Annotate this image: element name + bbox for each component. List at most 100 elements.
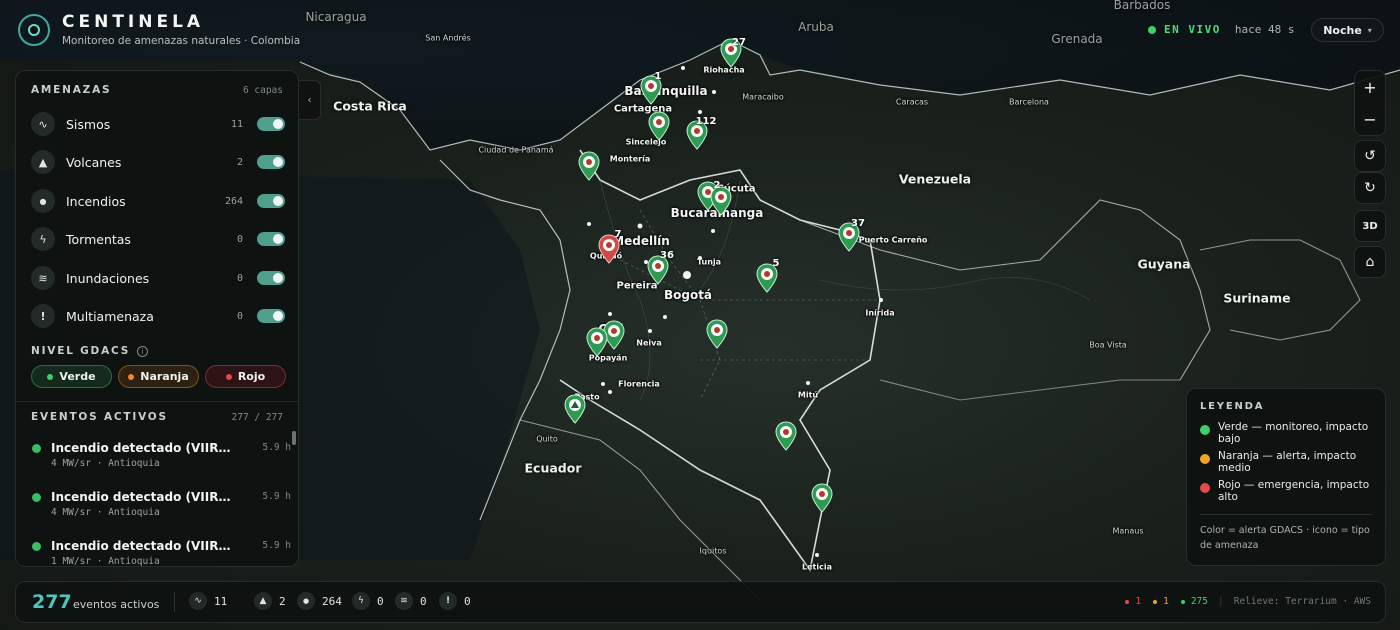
layer-count: 2 bbox=[236, 156, 243, 168]
plus-icon: + bbox=[1363, 77, 1377, 97]
layers-title: AMENAZAS bbox=[31, 84, 112, 96]
live-label: EN VIVO bbox=[1164, 23, 1221, 36]
app-subtitle: Monitoreo de amenazas naturales · Colomb… bbox=[62, 35, 301, 47]
layer-row-incendios[interactable]: ● Incendios 264 bbox=[31, 188, 285, 214]
three-d-label: 3D bbox=[1362, 220, 1378, 232]
gdacs-label: Naranja bbox=[140, 370, 189, 383]
city-label: Bogotá bbox=[663, 288, 713, 302]
rotate-right-button[interactable]: ↻ bbox=[1354, 172, 1386, 204]
layer-name: Inundaciones bbox=[66, 270, 150, 286]
live-dot-icon bbox=[1148, 25, 1156, 34]
city-label: Inírida bbox=[865, 308, 895, 318]
gdacs-naranja-button[interactable]: Naranja bbox=[118, 365, 199, 388]
city-label: Florencia bbox=[618, 379, 660, 389]
event-pin-volcano[interactable] bbox=[564, 394, 586, 424]
multi-hazard-icon: ! bbox=[439, 592, 457, 610]
layer-row-inundaciones[interactable]: ≋ Inundaciones 0 bbox=[31, 265, 285, 291]
home-icon: ⌂ bbox=[1365, 254, 1375, 270]
layer-name: Volcanes bbox=[66, 154, 122, 170]
layer-name: Incendios bbox=[66, 193, 126, 209]
brand: CENTINELA Monitoreo de amenazas naturale… bbox=[18, 12, 300, 47]
event-title: Incendio detectado (VIIRS) — c... bbox=[51, 490, 236, 504]
stat-incendios: ● 264 bbox=[297, 592, 342, 610]
red-dot-icon bbox=[1200, 483, 1210, 493]
rotate-right-icon: ↻ bbox=[1364, 180, 1376, 196]
orange-dot-icon bbox=[1153, 599, 1158, 604]
legend-panel: LEYENDA Verde — monitoreo, impacto bajo … bbox=[1186, 388, 1386, 566]
fire-icon: ● bbox=[297, 592, 315, 610]
event-age: 5.9 h bbox=[262, 442, 291, 453]
zoom-controls: + − bbox=[1354, 70, 1386, 136]
event-pin[interactable] bbox=[811, 483, 833, 513]
minus-icon: − bbox=[1363, 109, 1377, 129]
relief-source: Relieve: Terrarium · AWS bbox=[1233, 596, 1371, 607]
layer-toggle-inundaciones[interactable] bbox=[257, 271, 285, 285]
layer-toggle-incendios[interactable] bbox=[257, 194, 285, 208]
stat-value: 264 bbox=[322, 594, 342, 608]
layer-count: 0 bbox=[236, 272, 243, 284]
event-pin[interactable] bbox=[578, 151, 600, 181]
city-label: Neiva bbox=[636, 338, 662, 348]
sidebar-panel: AMENAZAS 6 capas ∿ Sismos 11 ▲ Volcanes … bbox=[15, 70, 299, 567]
multi-hazard-icon: ! bbox=[31, 304, 55, 328]
event-detail: 1 MW/sr · Antioquia bbox=[51, 556, 160, 567]
event-pin[interactable] bbox=[648, 111, 670, 141]
status-dot-icon bbox=[32, 493, 41, 502]
layer-row-volcanes[interactable]: ▲ Volcanes 2 bbox=[31, 149, 285, 175]
layer-toggle-multiamenaza[interactable] bbox=[257, 309, 285, 323]
zoom-out-button[interactable]: − bbox=[1355, 103, 1385, 135]
orange-dot-icon bbox=[1200, 454, 1210, 464]
city-label: Barcelona bbox=[1009, 97, 1049, 107]
gdacs-verde-button[interactable]: Verde bbox=[31, 365, 112, 388]
total-events-label: eventos activos bbox=[73, 598, 160, 611]
pin-count: 7 bbox=[614, 229, 622, 240]
stat-value: 0 bbox=[464, 594, 471, 608]
layer-name: Tormentas bbox=[66, 231, 131, 247]
event-pin[interactable] bbox=[586, 327, 608, 357]
collapse-panel-button[interactable]: ‹ bbox=[299, 80, 321, 120]
gdacs-filter: Verde Naranja Rojo bbox=[31, 365, 286, 388]
total-events: 277 bbox=[32, 591, 72, 613]
stat-value: 11 bbox=[214, 594, 228, 608]
live-status: EN VIVO hace 48 s bbox=[1148, 23, 1294, 36]
layer-toggle-tormentas[interactable] bbox=[257, 232, 285, 246]
stat-volcanes: ▲ 2 bbox=[254, 592, 286, 610]
event-pin[interactable] bbox=[706, 319, 728, 349]
event-age: 5.9 h bbox=[262, 491, 291, 502]
gdacs-rojo-button[interactable]: Rojo bbox=[205, 365, 286, 388]
green-dot-icon bbox=[1180, 599, 1185, 604]
layer-toggle-volcanes[interactable] bbox=[257, 155, 285, 169]
last-update: hace 48 s bbox=[1234, 23, 1295, 36]
earthquake-icon: ∿ bbox=[31, 112, 55, 136]
storm-icon: ϟ bbox=[352, 592, 370, 610]
legend-text: Naranja — alerta, impacto medio bbox=[1218, 450, 1357, 474]
info-icon[interactable]: i bbox=[137, 345, 149, 357]
city-label: Ciudad de Panamá bbox=[478, 145, 554, 155]
country-label: Grenada bbox=[1051, 32, 1103, 46]
fire-icon: ● bbox=[31, 189, 55, 213]
layer-row-tormentas[interactable]: ϟ Tormentas 0 bbox=[31, 226, 285, 252]
event-pin[interactable] bbox=[775, 421, 797, 451]
alert-summary: 1 1 275 | Relieve: Terrarium · AWS bbox=[1125, 596, 1371, 607]
toggle-3d-button[interactable]: 3D bbox=[1354, 210, 1386, 242]
green-dot-icon bbox=[1200, 425, 1210, 435]
chevron-left-icon: ‹ bbox=[307, 94, 312, 106]
event-title: Incendio detectado (VIIRS) — c... bbox=[51, 441, 236, 455]
city-label: Leticia bbox=[802, 562, 832, 572]
red-count: 1 bbox=[1135, 596, 1142, 607]
layer-toggle-sismos[interactable] bbox=[257, 117, 285, 131]
stat-value: 2 bbox=[279, 594, 286, 608]
home-button[interactable]: ⌂ bbox=[1354, 246, 1386, 278]
zoom-in-button[interactable]: + bbox=[1355, 71, 1385, 103]
country-label: Guyana bbox=[1137, 256, 1191, 272]
rotate-left-button[interactable]: ↺ bbox=[1354, 140, 1386, 172]
layer-row-sismos[interactable]: ∿ Sismos 11 bbox=[31, 111, 285, 137]
layer-row-multiamenaza[interactable]: ! Multiamenaza 0 bbox=[31, 303, 285, 329]
stat-tormentas: ϟ 0 bbox=[352, 592, 384, 610]
volcano-icon: ▲ bbox=[254, 592, 272, 610]
theme-mode-select[interactable]: Noche ▾ bbox=[1311, 18, 1384, 42]
rotate-left-icon: ↺ bbox=[1364, 148, 1376, 164]
event-list-scrollbar[interactable] bbox=[292, 431, 296, 445]
theme-mode-label: Noche bbox=[1323, 23, 1362, 37]
stat-value: 0 bbox=[377, 594, 384, 608]
